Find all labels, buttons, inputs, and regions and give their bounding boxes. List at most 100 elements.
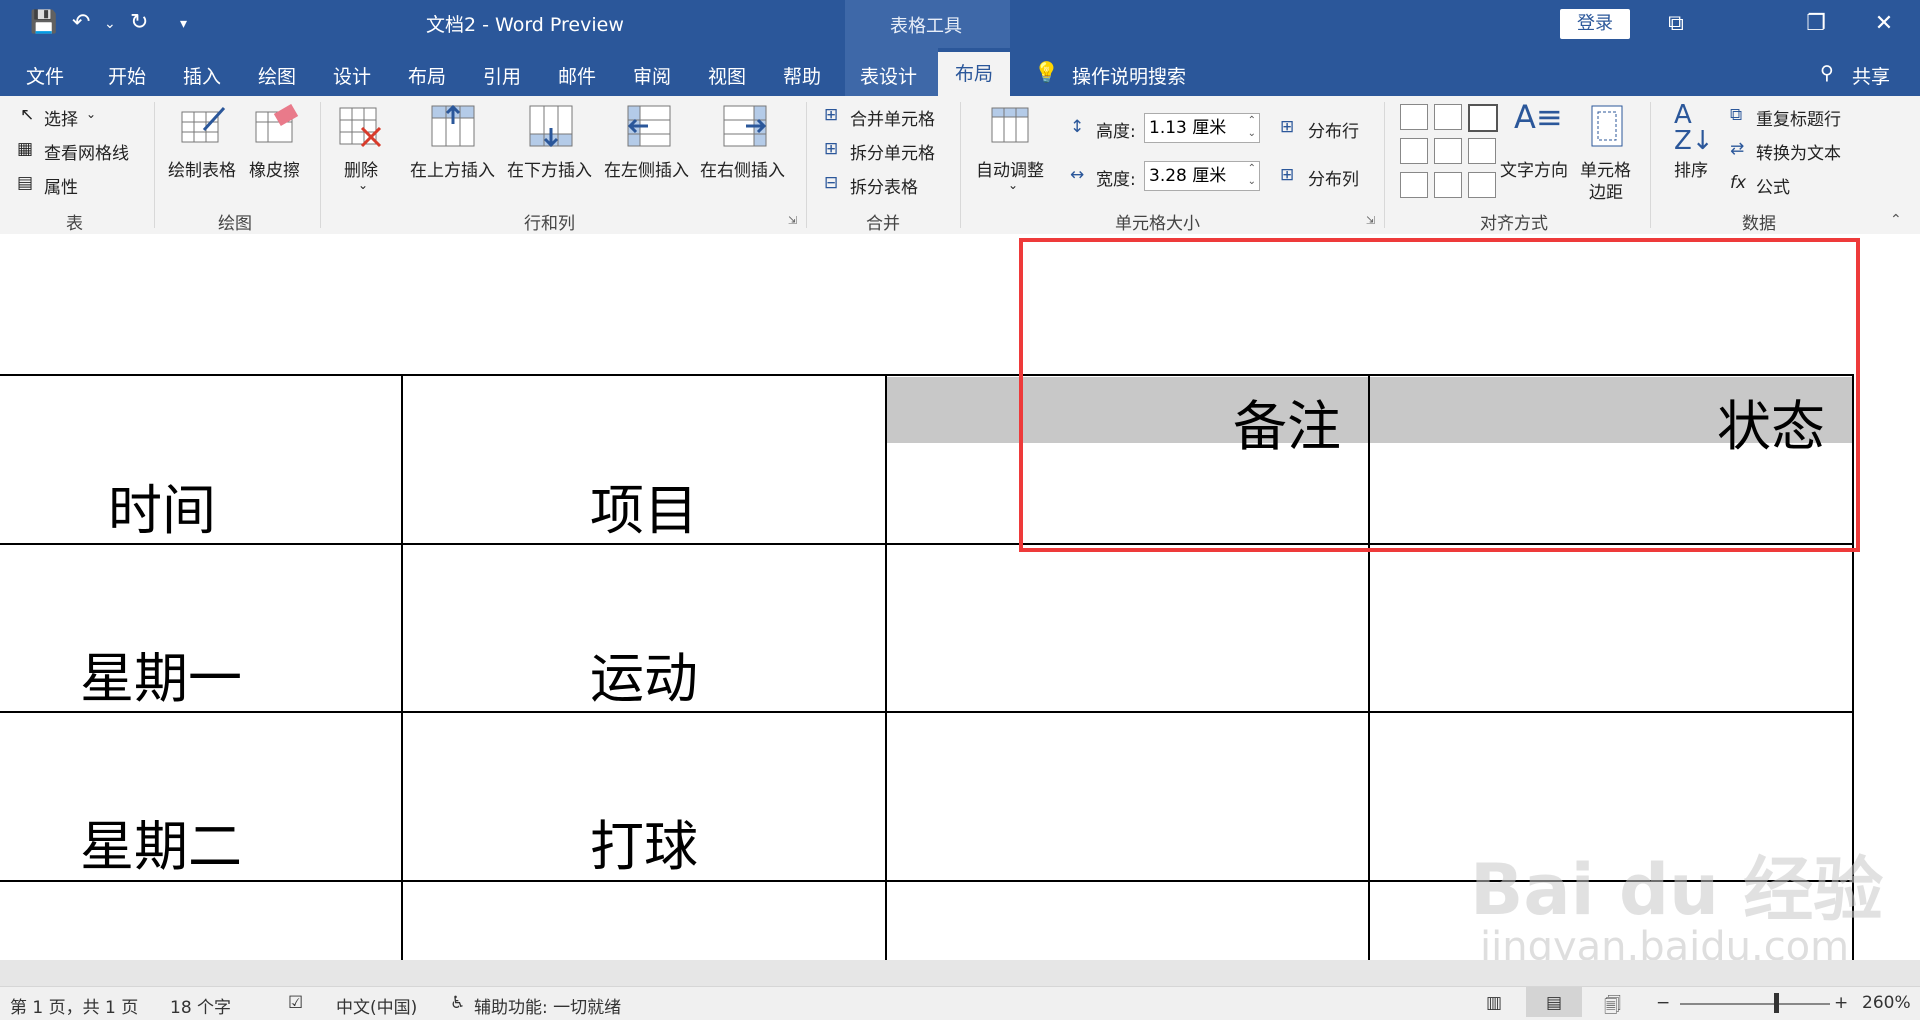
close-icon[interactable]: ✕ [1866, 6, 1902, 42]
web-layout-icon[interactable]: 🗐 [1604, 993, 1621, 1022]
width-value: 3.28 厘米 [1149, 166, 1227, 186]
tab-home[interactable]: 开始 [108, 62, 146, 89]
convert-to-text-button[interactable]: 转换为文本 [1756, 139, 1841, 164]
cell-margins-button-line2[interactable]: 边距 [1589, 178, 1623, 203]
distribute-columns-button[interactable]: 分布列 [1308, 165, 1359, 190]
accessibility-status[interactable]: 辅助功能: 一切就绪 [474, 993, 621, 1018]
align-bottom-right-icon[interactable] [1468, 172, 1496, 198]
draw-table-button[interactable]: 绘制表格 [168, 156, 236, 181]
align-middle-right-icon[interactable] [1468, 138, 1496, 164]
ribbon-display-icon[interactable]: ⧉ [1658, 6, 1694, 42]
alignment-grid [1400, 104, 1512, 204]
share-button[interactable]: 共享 [1852, 62, 1890, 89]
align-bottom-center-icon[interactable] [1434, 172, 1462, 198]
collapse-ribbon-icon[interactable]: ⌃ [1890, 212, 1902, 228]
watermark-url: jingyan.baidu.com [1480, 924, 1850, 960]
height-spinner[interactable]: 1.13 厘米 ⌃ ⌄ [1144, 113, 1260, 143]
login-button[interactable]: 登录 [1560, 9, 1630, 39]
maximize-icon[interactable]: ❐ [1798, 6, 1834, 42]
read-mode-icon[interactable]: ▥ [1486, 993, 1502, 1013]
delete-dropdown-icon: ⌄ [358, 178, 369, 192]
align-bottom-left-icon[interactable] [1400, 172, 1428, 198]
distribute-columns-icon: ⊞ [1280, 165, 1295, 185]
table-cell[interactable]: 打球 [590, 802, 698, 881]
customize-qat-icon[interactable]: ▾ [180, 16, 187, 32]
group-label-merge: 合并 [866, 214, 900, 234]
zoom-out-icon[interactable]: − [1656, 993, 1670, 1013]
lightbulb-icon: 💡 [1034, 60, 1059, 84]
table-header-cell[interactable]: 项目 [590, 466, 698, 545]
tab-page-layout[interactable]: 布局 [408, 62, 446, 89]
language-indicator[interactable]: 中文(中国) [336, 993, 417, 1018]
print-layout-glyph-icon: ▤ [1546, 993, 1563, 1013]
width-spinner[interactable]: 3.28 厘米 ⌃ ⌄ [1144, 161, 1260, 191]
align-top-center-icon[interactable] [1434, 104, 1462, 130]
tab-insert[interactable]: 插入 [183, 62, 221, 89]
properties-button[interactable]: 属性 [44, 173, 78, 198]
zoom-slider-thumb[interactable] [1774, 993, 1779, 1013]
sort-button[interactable]: 排序 [1674, 156, 1708, 181]
autofit-dropdown-icon: ⌄ [1008, 178, 1019, 192]
insert-above-button[interactable]: 在上方插入 [410, 156, 495, 181]
table-tools-label: 表格工具 [890, 16, 962, 37]
spinner-arrows-icon[interactable]: ⌃ ⌄ [1248, 114, 1256, 140]
tab-review[interactable]: 审阅 [633, 62, 671, 89]
word-count[interactable]: 18 个字 [170, 993, 231, 1018]
text-direction-button[interactable]: 文字方向 [1500, 156, 1568, 181]
save-icon[interactable]: 💾 [30, 10, 57, 35]
insert-right-button[interactable]: 在右侧插入 [700, 156, 785, 181]
undo-dropdown-icon[interactable]: ⌄ [104, 16, 116, 32]
tell-me-search[interactable]: 操作说明搜索 [1072, 62, 1186, 89]
insert-left-button[interactable]: 在左侧插入 [604, 156, 689, 181]
width-label: 宽度: [1096, 170, 1136, 190]
table-header-cell[interactable]: 时间 [108, 466, 216, 545]
proofing-icon[interactable]: ☑ [288, 993, 303, 1013]
insert-below-button[interactable]: 在下方插入 [507, 156, 592, 181]
tab-design[interactable]: 设计 [333, 62, 371, 89]
zoom-slider[interactable] [1680, 1003, 1830, 1005]
dialog-launcher-icon[interactable]: ⇲ [1366, 214, 1375, 227]
distribute-rows-button[interactable]: 分布行 [1308, 117, 1359, 142]
spinner-arrows-icon[interactable]: ⌃ ⌄ [1248, 162, 1256, 188]
group-label-alignment: 对齐方式 [1480, 214, 1548, 234]
watermark-logo: Bai du 经验 [1470, 849, 1884, 931]
align-top-left-icon[interactable] [1400, 104, 1428, 130]
tab-table-layout[interactable]: 布局 [938, 52, 1010, 96]
zoom-in-icon[interactable]: + [1834, 993, 1848, 1013]
tab-mailings[interactable]: 邮件 [558, 62, 596, 89]
tab-help[interactable]: 帮助 [783, 62, 821, 89]
dialog-launcher-icon[interactable]: ⇲ [788, 214, 797, 227]
chevron-down-icon: ⌄ [86, 107, 97, 121]
page-count[interactable]: 第 1 页，共 1 页 [10, 993, 138, 1018]
select-button[interactable]: 选择 [44, 105, 78, 130]
tab-file[interactable]: 文件 [26, 62, 64, 89]
tab-table-design[interactable]: 表设计 [860, 62, 917, 89]
merge-cells-button[interactable]: 合并单元格 [850, 105, 935, 130]
table-cell[interactable]: 星期一 [80, 634, 242, 713]
align-top-right-icon[interactable] [1468, 104, 1498, 132]
tab-view[interactable]: 视图 [708, 62, 746, 89]
eraser-icon [255, 104, 299, 143]
tab-references[interactable]: 引用 [483, 62, 521, 89]
split-cells-button[interactable]: 拆分单元格 [850, 139, 935, 164]
eraser-button[interactable]: 橡皮擦 [249, 156, 300, 181]
zoom-level[interactable]: 260% [1862, 993, 1911, 1013]
table-cell[interactable]: 运动 [590, 634, 698, 713]
merge-cells-icon: ⊞ [824, 105, 839, 125]
cursor-icon: ↖ [20, 105, 35, 125]
width-icon: ↔ [1070, 165, 1085, 185]
horizontal-scroll-area[interactable] [0, 960, 1920, 986]
align-middle-center-icon[interactable] [1434, 138, 1462, 164]
repeat-header-rows-button[interactable]: 重复标题行 [1756, 105, 1841, 130]
undo-icon[interactable]: ↶ [72, 10, 90, 35]
properties-icon: ▤ [17, 173, 34, 193]
view-gridlines-button[interactable]: 查看网格线 [44, 139, 129, 164]
table-cell[interactable]: 星期二 [80, 802, 242, 881]
formula-button[interactable]: 公式 [1756, 173, 1790, 198]
split-table-button[interactable]: 拆分表格 [850, 173, 918, 198]
tab-draw[interactable]: 绘图 [258, 62, 296, 89]
redo-icon[interactable]: ↻ [130, 10, 148, 35]
title-bar: 💾 ↶ ⌄ ↻ ▾ 文档2 - Word Preview 表格工具 登录 ⧉ ❐… [0, 0, 1920, 48]
ribbon: ↖ 选择 ⌄ ▦ 查看网格线 ▤ 属性 表 绘制表格 橡皮擦 绘图 删除 ⌄ 在… [0, 96, 1920, 235]
align-middle-left-icon[interactable] [1400, 138, 1428, 164]
